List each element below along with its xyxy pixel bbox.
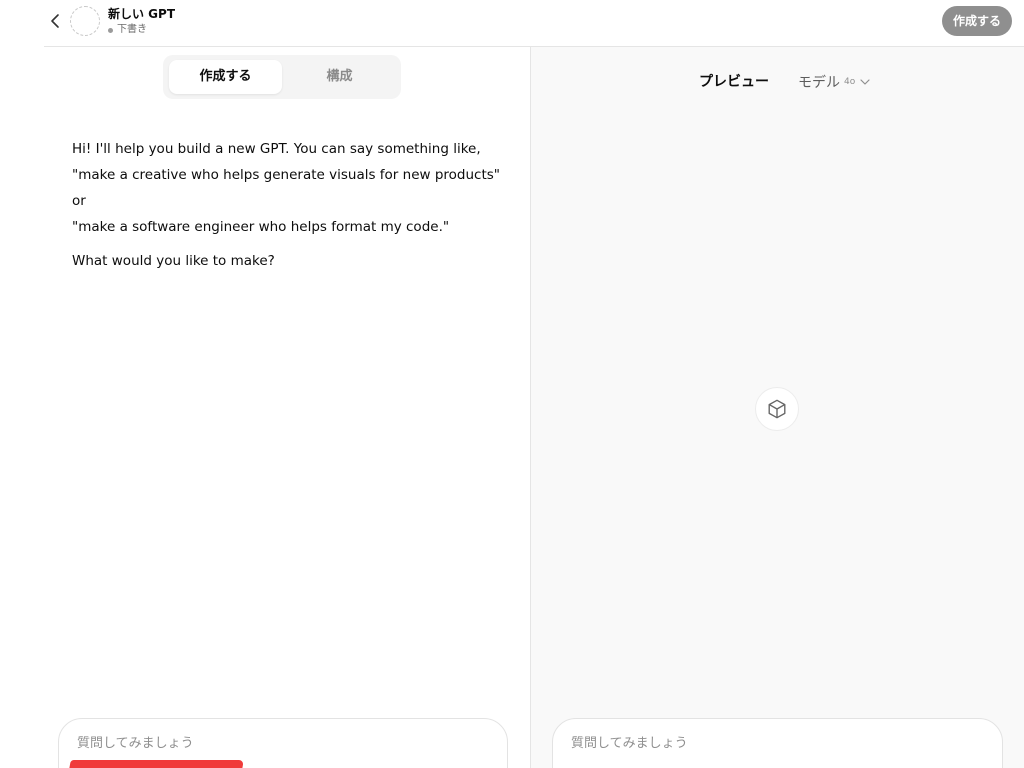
model-selector[interactable]: モデル 4o: [798, 72, 870, 92]
red-annotation-mark: [69, 760, 244, 768]
builder-message-input[interactable]: [77, 736, 457, 751]
chevron-down-icon: [860, 79, 870, 85]
preview-message-input[interactable]: [571, 736, 951, 751]
builder-panel: 作成する 構成 Hi! I'll help you build a new GP…: [44, 47, 530, 768]
draft-status-label: 下書き: [117, 24, 147, 35]
gpt-name: 新しい GPT: [108, 7, 176, 21]
intro-question: What would you like to make?: [72, 253, 275, 269]
intro-line: "make a creative who helps generate visu…: [72, 167, 501, 209]
create-button[interactable]: 作成する: [941, 6, 1012, 36]
tab-configure[interactable]: 構成: [283, 60, 396, 94]
mode-segmented-control: 作成する 構成: [163, 55, 401, 99]
intro-line: Hi! I'll help you build a new GPT. You c…: [72, 141, 481, 157]
draft-status: 下書き: [108, 23, 147, 37]
chevron-left-icon: [51, 14, 59, 28]
cube-icon: [755, 387, 799, 431]
preview-title: プレビュー: [699, 74, 769, 90]
back-button[interactable]: [44, 8, 66, 34]
tab-create[interactable]: 作成する: [169, 60, 282, 94]
gpt-builder-window: 新しい GPT 下書き 作成する 作成する 構成 Hi! I'll help y…: [0, 0, 1024, 768]
preview-message-composer[interactable]: [552, 718, 1003, 768]
builder-intro-message: Hi! I'll help you build a new GPT. You c…: [72, 136, 512, 274]
preview-panel: プレビュー モデル 4o: [530, 47, 1024, 768]
intro-line: "make a software engineer who helps form…: [72, 219, 450, 235]
model-value: 4o: [844, 77, 856, 87]
gpt-avatar-placeholder[interactable]: [70, 6, 100, 36]
top-header: 新しい GPT 下書き 作成する: [0, 0, 1024, 46]
model-label: モデル: [798, 75, 840, 91]
status-dot-icon: [108, 27, 113, 33]
